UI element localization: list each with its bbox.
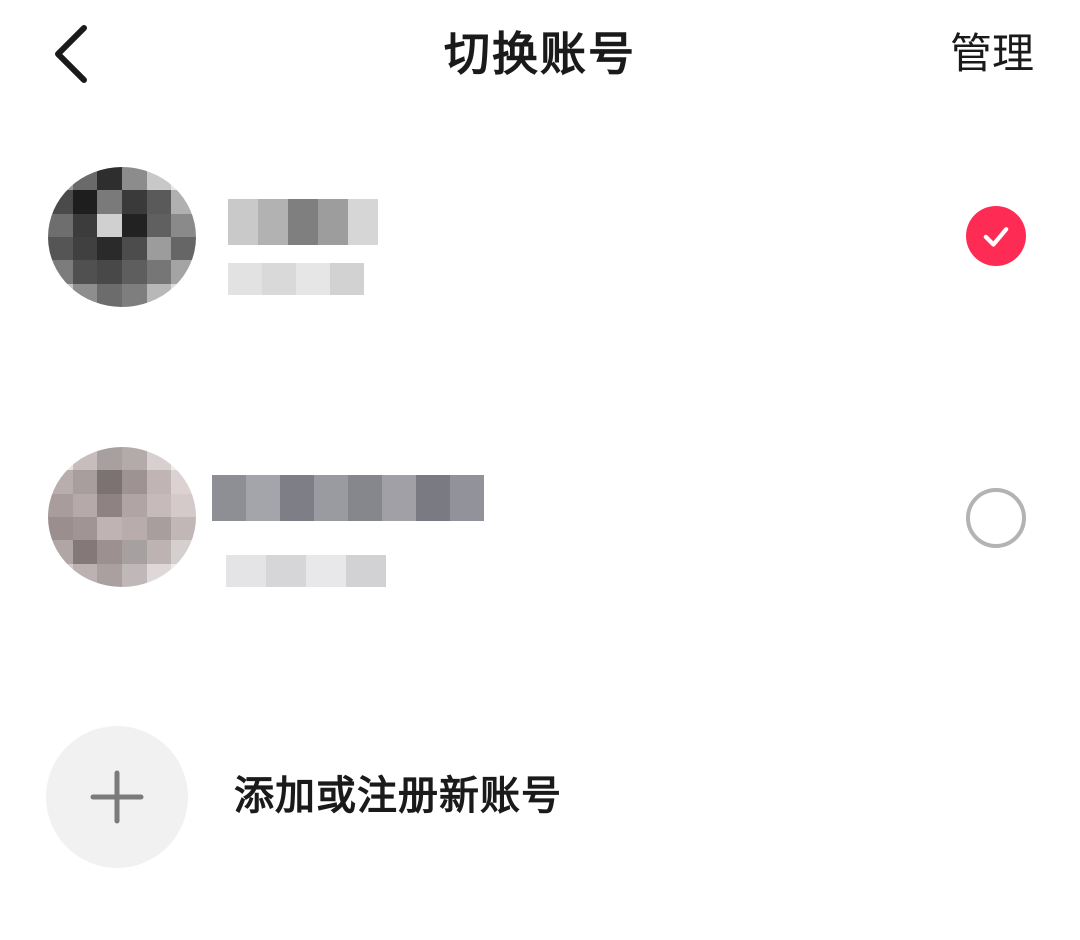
- add-account-circle: [46, 726, 188, 868]
- account-id-redacted: [226, 555, 386, 587]
- plus-icon: [90, 770, 144, 824]
- account-item[interactable]: [0, 417, 1080, 617]
- unselected-radio-icon[interactable]: [966, 488, 1026, 548]
- account-item[interactable]: [0, 137, 1080, 337]
- account-id-redacted: [228, 263, 364, 295]
- account-name-redacted: [212, 475, 484, 521]
- add-account-label: 添加或注册新账号: [234, 773, 562, 819]
- avatar: [48, 447, 196, 587]
- avatar: [48, 167, 196, 307]
- page-title: 切换账号: [444, 27, 636, 81]
- selected-check-icon[interactable]: [966, 206, 1026, 266]
- account-name-redacted: [228, 199, 378, 245]
- top-bar: 切换账号 管理: [0, 0, 1080, 110]
- manage-button[interactable]: 管理: [950, 24, 1034, 84]
- add-account-button[interactable]: 添加或注册新账号: [0, 724, 1080, 870]
